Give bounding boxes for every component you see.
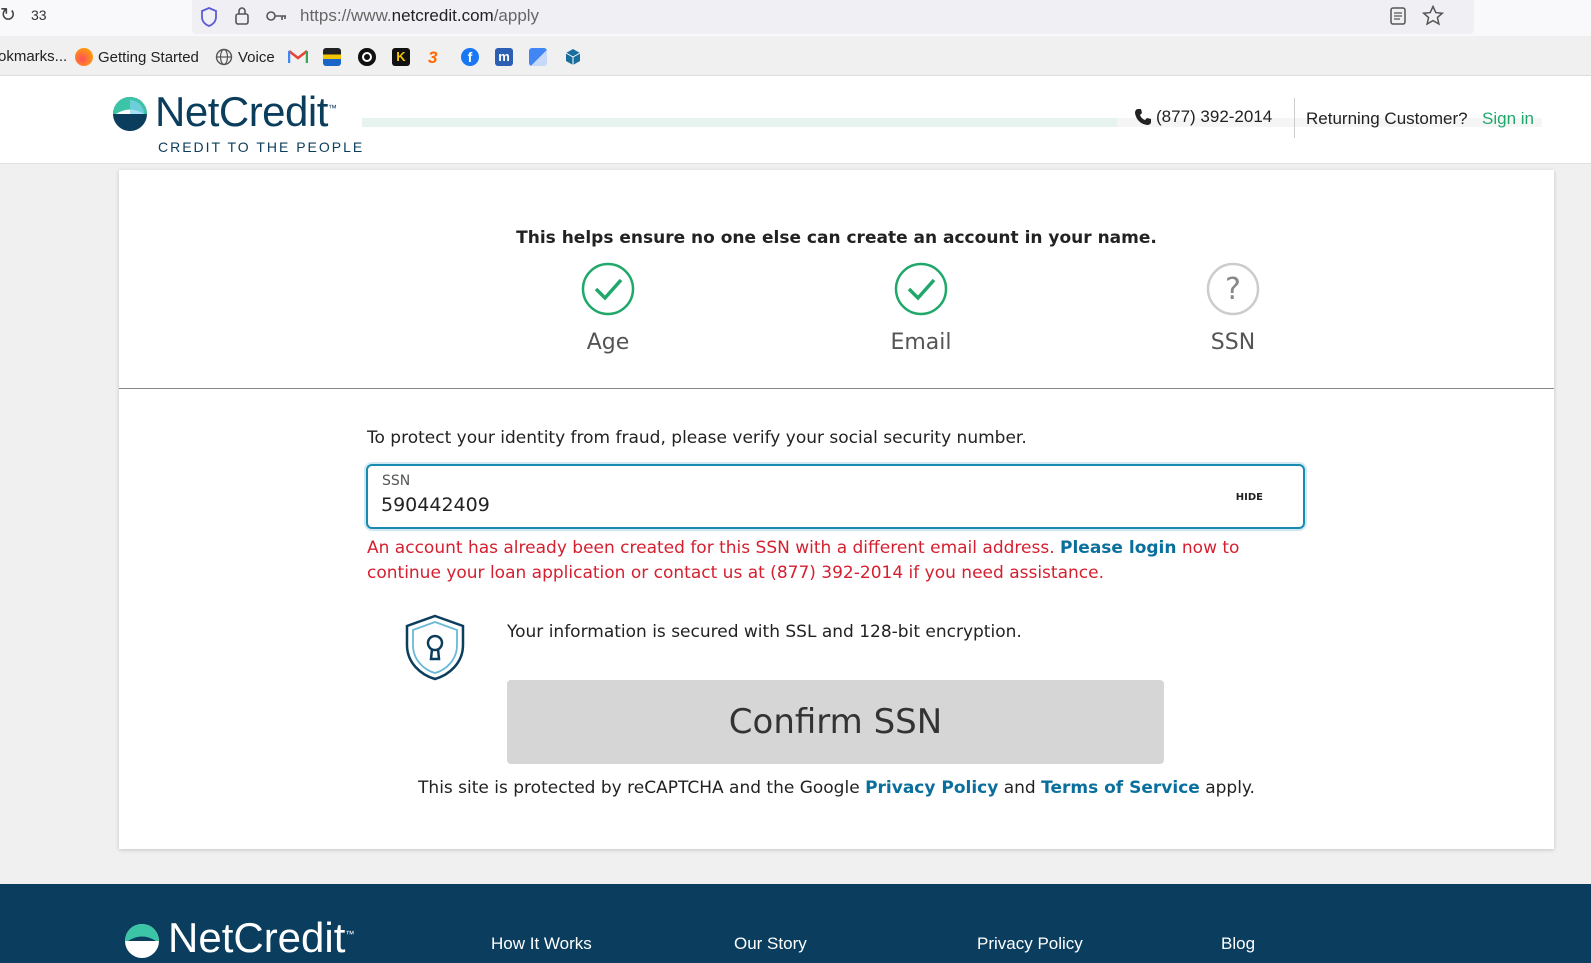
bookmark-star-icon[interactable] bbox=[1422, 5, 1444, 26]
header-separator bbox=[1294, 98, 1295, 138]
ssn-field-label: SSN bbox=[382, 473, 411, 489]
recaptcha-notice: This site is protected by reCAPTCHA and … bbox=[418, 778, 1255, 798]
ssn-input-field[interactable]: SSN 590442409 HIDE bbox=[366, 464, 1305, 529]
card-headline: This helps ensure no one else can create… bbox=[516, 228, 1157, 248]
logo-wordmark[interactable]: NetCredit™ bbox=[155, 88, 337, 136]
please-login-link[interactable]: Please login bbox=[1060, 538, 1176, 558]
step-ssn: ? SSN bbox=[1153, 262, 1313, 355]
tab-count: 33 bbox=[31, 7, 47, 23]
svg-text:?: ? bbox=[1225, 272, 1241, 307]
privacy-policy-link[interactable]: Privacy Policy bbox=[865, 778, 998, 798]
netcredit-logo-icon[interactable] bbox=[124, 923, 160, 959]
bookmark-other[interactable]: okmarks... bbox=[0, 48, 67, 65]
hide-ssn-button[interactable]: HIDE bbox=[1236, 492, 1263, 503]
browser-toolbar: ↻ 33 https://www.netcredit.com/apply bbox=[0, 0, 1591, 36]
dial-icon bbox=[358, 48, 376, 66]
security-notice: Your information is secured with SSL and… bbox=[507, 622, 1022, 642]
reload-icon[interactable]: ↻ bbox=[0, 4, 16, 26]
cube-icon bbox=[565, 49, 581, 65]
footer-link-how-it-works[interactable]: How It Works bbox=[491, 934, 592, 954]
step-label: Email bbox=[890, 330, 952, 355]
bookmark-gmail[interactable] bbox=[288, 48, 308, 64]
footer-link-blog[interactable]: Blog bbox=[1221, 934, 1255, 954]
terms-of-service-link[interactable]: Terms of Service bbox=[1041, 778, 1200, 798]
site-header: NetCredit™ CREDIT TO THE PEOPLE (877) 39… bbox=[0, 76, 1591, 164]
key-icon[interactable] bbox=[266, 9, 288, 23]
bookmark-shop[interactable] bbox=[323, 48, 341, 66]
ssn-instruction: To protect your identity from fraud, ple… bbox=[367, 428, 1027, 448]
gmail-icon bbox=[288, 50, 308, 63]
url-text[interactable]: https://www.netcredit.com/apply bbox=[300, 6, 539, 26]
translate-icon bbox=[529, 48, 547, 66]
check-circle-icon bbox=[581, 262, 635, 316]
sign-in-link[interactable]: Sign in bbox=[1482, 109, 1534, 129]
step-label: Age bbox=[586, 330, 630, 355]
phone-icon bbox=[1135, 109, 1151, 125]
ssn-verification-card: This helps ensure no one else can create… bbox=[119, 170, 1554, 849]
progress-fill bbox=[362, 118, 1118, 127]
bookmark-facebook[interactable]: f bbox=[461, 48, 479, 66]
confirm-ssn-button[interactable]: Confirm SSN bbox=[507, 680, 1164, 764]
k-icon: K bbox=[392, 48, 410, 66]
tracking-protection-icon[interactable] bbox=[200, 7, 218, 27]
bookmark-dial[interactable] bbox=[358, 48, 376, 66]
bookmark-three[interactable]: 3 bbox=[428, 48, 437, 68]
bookmark-cube[interactable] bbox=[564, 48, 582, 66]
security-shield-icon bbox=[405, 614, 465, 681]
question-circle-icon: ? bbox=[1206, 262, 1260, 316]
ssn-error-message: An account has already been created for … bbox=[367, 538, 1240, 583]
firefox-icon bbox=[75, 48, 93, 66]
globe-icon bbox=[215, 48, 233, 66]
facebook-icon: f bbox=[461, 48, 479, 66]
ssn-input[interactable]: 590442409 bbox=[381, 494, 490, 516]
logo-tagline: CREDIT TO THE PEOPLE bbox=[158, 139, 365, 155]
footer-link-our-story[interactable]: Our Story bbox=[734, 934, 807, 954]
lock-icon[interactable] bbox=[234, 6, 250, 26]
bookmark-k[interactable]: K bbox=[392, 48, 410, 66]
bookmark-translate[interactable] bbox=[529, 48, 547, 66]
card-divider bbox=[119, 388, 1554, 389]
bookmarks-toolbar: okmarks... Getting Started Voice K 3 f m bbox=[0, 44, 1591, 74]
check-circle-icon bbox=[894, 262, 948, 316]
step-email: Email bbox=[841, 262, 1001, 355]
footer-link-privacy-policy[interactable]: Privacy Policy bbox=[977, 934, 1083, 954]
bookmark-m[interactable]: m bbox=[495, 48, 513, 66]
header-phone[interactable]: (877) 392-2014 bbox=[1134, 107, 1272, 127]
reader-view-icon[interactable] bbox=[1390, 7, 1406, 25]
returning-customer-label: Returning Customer? bbox=[1306, 109, 1468, 128]
netcredit-logo-icon[interactable] bbox=[112, 96, 148, 132]
three-icon: 3 bbox=[428, 48, 438, 67]
m-icon: m bbox=[495, 48, 513, 66]
bookmark-getting-started[interactable]: Getting Started bbox=[75, 48, 199, 66]
site-footer: NetCredit™ How It Works Our Story Privac… bbox=[0, 884, 1591, 963]
url-bar[interactable]: https://www.netcredit.com/apply bbox=[192, 0, 1474, 34]
footer-logo-wordmark[interactable]: NetCredit™ bbox=[168, 914, 354, 962]
step-label: SSN bbox=[1210, 330, 1256, 355]
shopping-bag-icon bbox=[323, 48, 341, 66]
bookmark-voice[interactable]: Voice bbox=[215, 48, 275, 66]
step-age: Age bbox=[528, 262, 688, 355]
